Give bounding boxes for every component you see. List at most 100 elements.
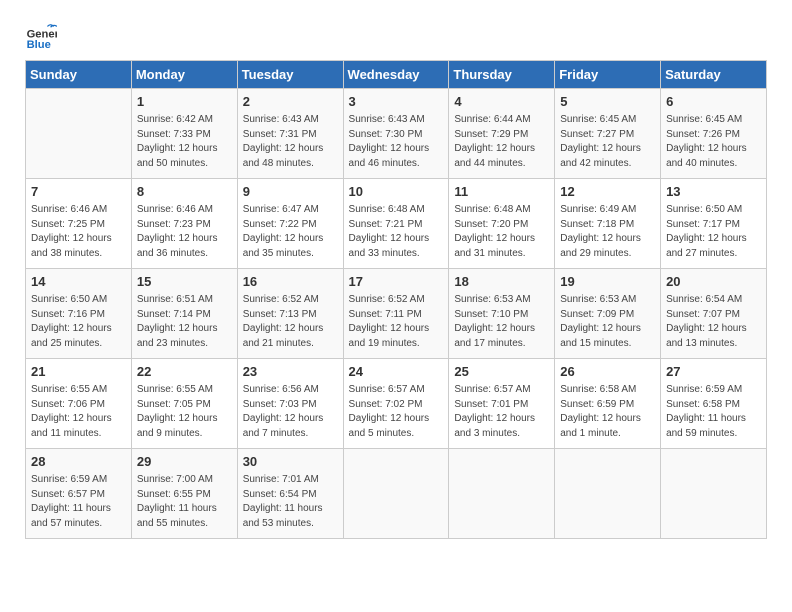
day-number: 23 [243,363,338,381]
calendar-cell: 6 Sunrise: 6:45 AM Sunset: 7:26 PM Daylig… [661,89,767,179]
calendar-cell: 20Sunrise: 6:54 AM Sunset: 7:07 PM Dayli… [661,269,767,359]
calendar-cell: 27 Sunrise: 6:59 AM Sunset: 6:58 PM Dayli… [661,359,767,449]
day-number: 26 [560,363,655,381]
cell-info: Sunrise: 6:55 AM Sunset: 7:06 PM Dayligh… [31,383,126,441]
cell-info: Sunrise: 6:46 AM Sunset: 7:23 PM Dayligh… [137,203,232,261]
calendar-cell: 4 Sunrise: 6:44 AM Sunset: 7:29 PM Daylig… [449,89,555,179]
day-number: 5 [560,93,655,111]
calendar-cell: 30 Sunrise: 7:01 AM Sunset: 6:54 PM Dayli… [237,449,343,539]
calendar-cell: 17 Sunrise: 6:52 AM Sunset: 7:11 PM Dayli… [343,269,449,359]
day-number: 16 [243,273,338,291]
calendar-header-friday: Friday [555,61,661,89]
cell-info: Sunrise: 6:53 AM Sunset: 7:10 PM Dayligh… [454,293,549,351]
day-number: 11 [454,183,549,201]
day-number: 10 [349,183,444,201]
cell-info: Sunrise: 6:43 AM Sunset: 7:31 PM Dayligh… [243,113,338,171]
day-number: 17 [349,273,444,291]
logo-icon: General Blue [25,20,57,52]
calendar-cell: 1 Sunrise: 6:42 AM Sunset: 7:33 PM Daylig… [131,89,237,179]
cell-info: Sunrise: 6:55 AM Sunset: 7:05 PM Dayligh… [137,383,232,441]
calendar-cell: 26 Sunrise: 6:58 AM Sunset: 6:59 PM Dayli… [555,359,661,449]
day-number: 7 [31,183,126,201]
cell-info: Sunrise: 6:59 AM Sunset: 6:58 PM Dayligh… [666,383,761,441]
cell-info: Sunrise: 7:00 AM Sunset: 6:55 PM Dayligh… [137,473,232,531]
calendar-cell: 21 Sunrise: 6:55 AM Sunset: 7:06 PM Dayli… [26,359,132,449]
calendar-cell [555,449,661,539]
day-number: 27 [666,363,761,381]
day-number: 30 [243,453,338,471]
day-number: 12 [560,183,655,201]
cell-info: Sunrise: 6:58 AM Sunset: 6:59 PM Dayligh… [560,383,655,441]
calendar-cell: 24 Sunrise: 6:57 AM Sunset: 7:02 PM Dayli… [343,359,449,449]
cell-info: Sunrise: 6:57 AM Sunset: 7:02 PM Dayligh… [349,383,444,441]
calendar-header-tuesday: Tuesday [237,61,343,89]
day-number: 22 [137,363,232,381]
cell-info: Sunrise: 6:42 AM Sunset: 7:33 PM Dayligh… [137,113,232,171]
calendar-cell: 22 Sunrise: 6:55 AM Sunset: 7:05 PM Dayli… [131,359,237,449]
cell-info: Sunrise: 6:53 AM Sunset: 7:09 PM Dayligh… [560,293,655,351]
calendar-cell: 14 Sunrise: 6:50 AM Sunset: 7:16 PM Dayli… [26,269,132,359]
cell-info: Sunrise: 6:43 AM Sunset: 7:30 PM Dayligh… [349,113,444,171]
day-number: 14 [31,273,126,291]
day-number: 6 [666,93,761,111]
day-number: 28 [31,453,126,471]
day-number: 21 [31,363,126,381]
cell-info: Sunrise: 7:01 AM Sunset: 6:54 PM Dayligh… [243,473,338,531]
calendar-cell: 10 Sunrise: 6:48 AM Sunset: 7:21 PM Dayli… [343,179,449,269]
day-number: 29 [137,453,232,471]
cell-info: Sunrise: 6:51 AM Sunset: 7:14 PM Dayligh… [137,293,232,351]
calendar-header-monday: Monday [131,61,237,89]
calendar-cell [26,89,132,179]
cell-info: Sunrise: 6:48 AM Sunset: 7:21 PM Dayligh… [349,203,444,261]
day-number: 13 [666,183,761,201]
calendar-cell: 11 Sunrise: 6:48 AM Sunset: 7:20 PM Dayli… [449,179,555,269]
calendar-header-sunday: Sunday [26,61,132,89]
header: General Blue [25,20,767,52]
calendar-cell: 12Sunrise: 6:49 AM Sunset: 7:18 PM Dayli… [555,179,661,269]
day-number: 2 [243,93,338,111]
cell-info: Sunrise: 6:59 AM Sunset: 6:57 PM Dayligh… [31,473,126,531]
calendar-cell: 8 Sunrise: 6:46 AM Sunset: 7:23 PM Daylig… [131,179,237,269]
day-number: 15 [137,273,232,291]
calendar-table: SundayMondayTuesdayWednesdayThursdayFrid… [25,60,767,539]
day-number: 24 [349,363,444,381]
day-number: 19 [560,273,655,291]
day-number: 25 [454,363,549,381]
calendar-cell: 29 Sunrise: 7:00 AM Sunset: 6:55 PM Dayli… [131,449,237,539]
cell-info: Sunrise: 6:44 AM Sunset: 7:29 PM Dayligh… [454,113,549,171]
calendar-week-row: 28 Sunrise: 6:59 AM Sunset: 6:57 PM Dayli… [26,449,767,539]
cell-info: Sunrise: 6:48 AM Sunset: 7:20 PM Dayligh… [454,203,549,261]
day-number: 20 [666,273,761,291]
calendar-cell: 15 Sunrise: 6:51 AM Sunset: 7:14 PM Dayli… [131,269,237,359]
calendar-week-row: 14 Sunrise: 6:50 AM Sunset: 7:16 PM Dayli… [26,269,767,359]
calendar-cell [343,449,449,539]
calendar-cell [661,449,767,539]
cell-info: Sunrise: 6:46 AM Sunset: 7:25 PM Dayligh… [31,203,126,261]
calendar-cell: 5 Sunrise: 6:45 AM Sunset: 7:27 PM Daylig… [555,89,661,179]
cell-info: Sunrise: 6:50 AM Sunset: 7:16 PM Dayligh… [31,293,126,351]
cell-info: Sunrise: 6:45 AM Sunset: 7:27 PM Dayligh… [560,113,655,171]
day-number: 8 [137,183,232,201]
cell-info: Sunrise: 6:45 AM Sunset: 7:26 PM Dayligh… [666,113,761,171]
day-number: 18 [454,273,549,291]
cell-info: Sunrise: 6:57 AM Sunset: 7:01 PM Dayligh… [454,383,549,441]
calendar-header-saturday: Saturday [661,61,767,89]
day-number: 3 [349,93,444,111]
calendar-cell: 23Sunrise: 6:56 AM Sunset: 7:03 PM Dayli… [237,359,343,449]
cell-info: Sunrise: 6:50 AM Sunset: 7:17 PM Dayligh… [666,203,761,261]
day-number: 9 [243,183,338,201]
calendar-cell [449,449,555,539]
calendar-cell: 3 Sunrise: 6:43 AM Sunset: 7:30 PM Daylig… [343,89,449,179]
calendar-cell: 2 Sunrise: 6:43 AM Sunset: 7:31 PM Daylig… [237,89,343,179]
cell-info: Sunrise: 6:47 AM Sunset: 7:22 PM Dayligh… [243,203,338,261]
logo: General Blue [25,20,61,52]
cell-info: Sunrise: 6:52 AM Sunset: 7:11 PM Dayligh… [349,293,444,351]
day-number: 4 [454,93,549,111]
svg-text:Blue: Blue [27,39,51,51]
calendar-week-row: 21 Sunrise: 6:55 AM Sunset: 7:06 PM Dayli… [26,359,767,449]
cell-info: Sunrise: 6:52 AM Sunset: 7:13 PM Dayligh… [243,293,338,351]
calendar-cell: 18 Sunrise: 6:53 AM Sunset: 7:10 PM Dayli… [449,269,555,359]
calendar-cell: 28 Sunrise: 6:59 AM Sunset: 6:57 PM Dayli… [26,449,132,539]
day-number: 1 [137,93,232,111]
calendar-cell: 7 Sunrise: 6:46 AM Sunset: 7:25 PM Daylig… [26,179,132,269]
